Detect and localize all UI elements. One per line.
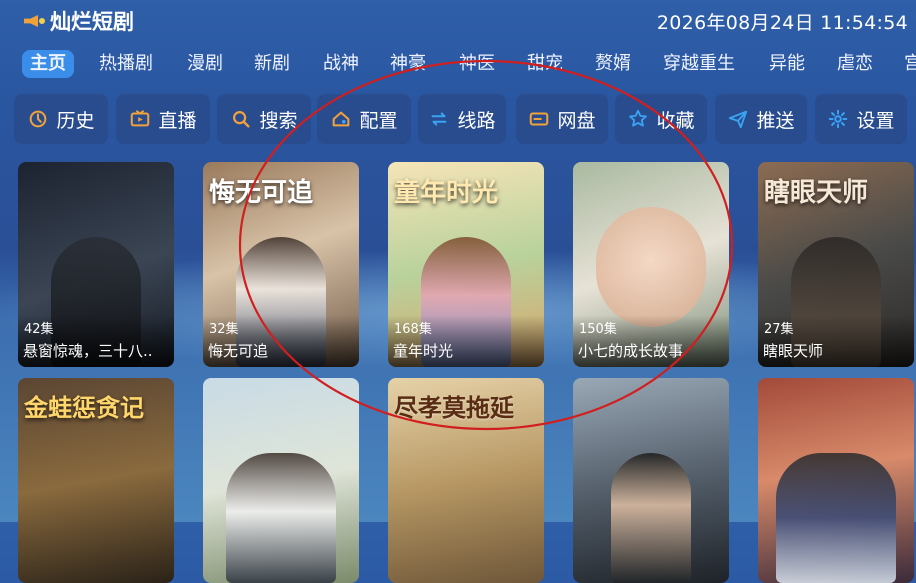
settings-label: 设置 — [856, 109, 895, 132]
drama-title: 悬窗惊魂，三十八.. — [23, 342, 153, 360]
gear-icon — [829, 109, 848, 129]
tab-son-in-law[interactable]: 赘婿 — [595, 50, 631, 78]
drama-card[interactable]: 尽孝莫拖延 — [388, 378, 544, 583]
episode-count: 27集 — [764, 322, 794, 337]
search-icon — [233, 111, 251, 128]
drama-title: 悔无可追 — [208, 342, 269, 360]
tab-new[interactable]: 新剧 — [254, 50, 290, 78]
drama-card[interactable]: 童年时光 168集 童年时光 — [388, 162, 544, 367]
drama-card[interactable]: 悔无可追 32集 悔无可追 — [203, 162, 359, 367]
tab-time-travel[interactable]: 穿越重生 — [663, 50, 735, 78]
search-button[interactable]: 搜索 — [217, 94, 311, 144]
history-icon — [30, 110, 47, 128]
tab-palace[interactable]: 宫 — [904, 50, 916, 78]
drama-card[interactable] — [758, 378, 914, 583]
episode-count: 150集 — [579, 322, 617, 337]
push-label: 推送 — [756, 109, 795, 132]
poster-title-art: 金蛙惩贪记 — [24, 393, 144, 422]
history-label: 历史 — [56, 109, 95, 132]
config-button[interactable]: 配置 — [317, 94, 411, 144]
send-icon — [729, 110, 748, 129]
tab-sweet[interactable]: 甜宠 — [527, 50, 563, 78]
tab-anime[interactable]: 漫剧 — [187, 50, 223, 78]
tab-superpower[interactable]: 异能 — [769, 50, 805, 78]
drama-card[interactable]: 瞎眼天师 27集 瞎眼天师 — [758, 162, 914, 367]
poster-figure — [226, 453, 336, 583]
tab-angst[interactable]: 虐恋 — [837, 50, 873, 78]
netdisk-button[interactable]: 网盘 — [516, 94, 608, 144]
push-button[interactable]: 推送 — [715, 94, 807, 144]
card-icon — [530, 112, 549, 126]
tv-icon — [131, 110, 150, 127]
poster-figure — [611, 453, 691, 583]
route-icon — [432, 112, 447, 126]
route-button[interactable]: 线路 — [418, 94, 506, 144]
drama-card[interactable] — [203, 378, 359, 583]
history-button[interactable]: 历史 — [14, 94, 108, 144]
tab-rich[interactable]: 神豪 — [390, 50, 426, 78]
episode-count: 42集 — [24, 322, 54, 337]
tab-hot[interactable]: 热播剧 — [99, 50, 153, 78]
netdisk-label: 网盘 — [557, 109, 596, 132]
drama-card[interactable]: 150集 小七的成长故事 — [573, 162, 729, 367]
drama-title: 瞎眼天师 — [763, 342, 824, 360]
datetime-display: 2026年08月24日 11:54:54 — [656, 12, 908, 34]
poster-title-art: 童年时光 — [394, 178, 499, 208]
tab-war-god[interactable]: 战神 — [323, 50, 359, 78]
live-button[interactable]: 直播 — [116, 94, 210, 144]
poster-figure — [596, 207, 706, 327]
favorites-button[interactable]: 收藏 — [615, 94, 707, 144]
drama-card[interactable]: 金蛙惩贪记 — [18, 378, 174, 583]
app-title-text: 灿烂短剧 — [50, 10, 134, 34]
config-label: 配置 — [359, 109, 398, 132]
poster-title-art: 瞎眼天师 — [764, 178, 869, 208]
tab-home[interactable]: 主页 — [22, 50, 74, 78]
route-label: 线路 — [457, 109, 496, 132]
search-label: 搜索 — [259, 109, 298, 132]
poster-figure — [776, 453, 896, 583]
megaphone-icon — [24, 12, 46, 30]
poster-title-art: 尽孝莫拖延 — [394, 393, 514, 422]
episode-count: 168集 — [394, 322, 432, 337]
settings-button[interactable]: 设置 — [815, 94, 907, 144]
star-icon — [629, 109, 648, 127]
live-label: 直播 — [158, 109, 197, 132]
tab-doctor[interactable]: 神医 — [459, 50, 495, 78]
drama-card[interactable] — [573, 378, 729, 583]
drama-title: 小七的成长故事 — [578, 342, 684, 360]
category-tabs: 主页 热播剧 漫剧 新剧 战神 神豪 神医 甜宠 赘婿 穿越重生 异能 虐恋 宫 — [0, 46, 916, 80]
drama-card[interactable]: 42集 悬窗惊魂，三十八.. — [18, 162, 174, 367]
drama-title: 童年时光 — [393, 342, 454, 360]
app-title: 灿烂短剧 — [24, 6, 134, 36]
poster-title-art: 悔无可追 — [209, 178, 314, 208]
home-config-icon — [333, 111, 350, 127]
episode-count: 32集 — [209, 322, 239, 337]
favorites-label: 收藏 — [656, 109, 695, 132]
